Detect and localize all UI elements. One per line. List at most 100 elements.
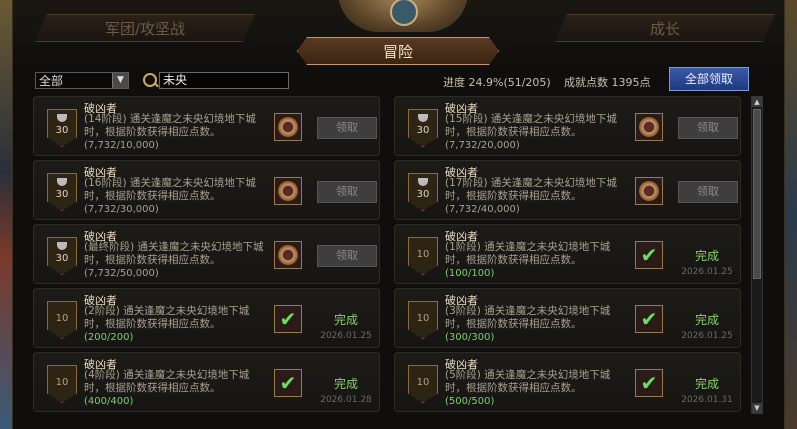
reward-medal-icon [278, 117, 298, 137]
reward-medal-icon [278, 245, 298, 265]
achievement-description: (4阶段) 通关逢魔之未央幻境地下城时，根据阶数获得相应点数。 [84, 369, 250, 394]
achievement-card: 30 破凶者 (16阶段) 通关逢魔之未央幻境地下城时，根据阶数获得相应点数。 (7,… [33, 160, 380, 220]
claim-button[interactable]: 领取 [678, 117, 738, 139]
achievement-points: 成就点数 1395点 [564, 76, 651, 89]
achievement-progress: (200/200) [84, 332, 134, 343]
badge-points: 30 [55, 189, 69, 200]
achievement-progress: (300/300) [445, 332, 495, 343]
badge-points: 10 [55, 377, 69, 388]
tab-legion-siege[interactable]: 军团/攻坚战 [35, 14, 255, 42]
claim-button[interactable]: 领取 [317, 245, 377, 267]
achievement-badge: 30 [47, 237, 77, 275]
search-input[interactable]: 未央 [159, 72, 289, 89]
trophy-icon [418, 178, 428, 186]
scroll-up-icon[interactable]: ▲ [752, 97, 762, 107]
top-bar: 军团/攻坚战 成长 冒险 [13, 0, 784, 70]
badge-points: 10 [416, 249, 430, 260]
achievement-progress: (7,732/30,000) [84, 204, 159, 215]
achievement-card: 10 破凶者 (4阶段) 通关逢魔之未央幻境地下城时，根据阶数获得相应点数。 (400… [33, 352, 380, 412]
achievement-progress: (7,732/10,000) [84, 140, 159, 151]
scroll-down-icon[interactable]: ▼ [752, 403, 762, 413]
claim-button[interactable]: 领取 [678, 181, 738, 203]
achievement-description: (2阶段) 通关逢魔之未央幻境地下城时，根据阶数获得相应点数。 [84, 305, 250, 330]
completion-date: 2026.01.25 [681, 267, 733, 277]
reward-slot[interactable]: ✔ [635, 305, 663, 333]
scroll-thumb[interactable] [753, 109, 761, 279]
achievement-description: (最终阶段) 通关逢魔之未央幻境地下城时，根据阶数获得相应点数。 [84, 241, 264, 266]
achievement-progress: (100/100) [445, 268, 495, 279]
completed-label: 完成 [333, 377, 358, 391]
reward-slot[interactable] [274, 177, 302, 205]
badge-points: 10 [416, 377, 430, 388]
compass-emblem-icon [338, 0, 468, 32]
badge-points: 10 [416, 313, 430, 324]
claim-all-button[interactable]: 全部领取 [669, 67, 749, 91]
achievement-window: 军团/攻坚战 成长 冒险 全部 ▼ 未央 进度 24.9%(51/205) 成就… [12, 0, 785, 429]
achievement-progress: (7,732/20,000) [445, 140, 520, 151]
completed-label: 完成 [694, 377, 719, 391]
achievement-description: (1阶段) 通关逢魔之未央幻境地下城时，根据阶数获得相应点数。 [445, 241, 611, 266]
reward-slot[interactable]: ✔ [635, 241, 663, 269]
achievement-progress: (7,732/40,000) [445, 204, 520, 215]
achievement-card: 10 破凶者 (2阶段) 通关逢魔之未央幻境地下城时，根据阶数获得相应点数。 (200… [33, 288, 380, 348]
category-dropdown-value: 全部 [39, 74, 64, 88]
reward-medal-icon [639, 181, 659, 201]
completed-label: 完成 [333, 313, 358, 327]
achievement-badge: 30 [408, 109, 438, 147]
reward-slot[interactable]: ✔ [274, 305, 302, 333]
tab-adventure[interactable]: 冒险 [297, 37, 499, 65]
badge-points: 30 [55, 253, 69, 264]
achievement-progress: (500/500) [445, 396, 495, 407]
completion-date: 2026.01.25 [681, 331, 733, 341]
badge-points: 30 [416, 189, 430, 200]
scrollbar[interactable]: ▲ ▼ [751, 96, 763, 414]
achievement-card: 10 破凶者 (1阶段) 通关逢魔之未央幻境地下城时，根据阶数获得相应点数。 (100… [394, 224, 741, 284]
reward-slot[interactable] [635, 113, 663, 141]
claim-button[interactable]: 领取 [317, 181, 377, 203]
achievement-card: 10 破凶者 (3阶段) 通关逢魔之未央幻境地下城时，根据阶数获得相应点数。 (300… [394, 288, 741, 348]
chevron-down-icon[interactable]: ▼ [112, 73, 128, 88]
reward-medal-icon [278, 181, 298, 201]
achievement-card: 30 破凶者 (17阶段) 通关逢魔之未央幻境地下城时，根据阶数获得相应点数。 (7,… [394, 160, 741, 220]
progress-text: 进度 24.9%(51/205) [443, 76, 551, 89]
achievement-progress: (7,732/50,000) [84, 268, 159, 279]
achievement-card: 30 破凶者 (最终阶段) 通关逢魔之未央幻境地下城时，根据阶数获得相应点数。 (7,… [33, 224, 380, 284]
badge-points: 30 [416, 125, 430, 136]
achievement-description: (17阶段) 通关逢魔之未央幻境地下城时，根据阶数获得相应点数。 [445, 177, 617, 202]
background-edge-left [0, 0, 12, 429]
reward-slot[interactable] [274, 113, 302, 141]
reward-slot[interactable]: ✔ [274, 369, 302, 397]
achievement-description: (15阶段) 通关逢魔之未央幻境地下城时，根据阶数获得相应点数。 [445, 113, 617, 138]
achievement-badge: 10 [47, 365, 77, 403]
achievement-badge: 10 [408, 237, 438, 275]
achievement-badge: 30 [47, 109, 77, 147]
achievement-description: (3阶段) 通关逢魔之未央幻境地下城时，根据阶数获得相应点数。 [445, 305, 611, 330]
reward-slot[interactable] [274, 241, 302, 269]
badge-points: 30 [55, 125, 69, 136]
achievement-card: 30 破凶者 (14阶段) 通关逢魔之未央幻境地下城时，根据阶数获得相应点数。 (7,… [33, 96, 380, 156]
completion-date: 2026.01.25 [320, 331, 372, 341]
completed-label: 完成 [694, 249, 719, 263]
check-icon: ✔ [640, 243, 658, 267]
completion-date: 2026.01.31 [681, 395, 733, 405]
tab-growth[interactable]: 成长 [555, 14, 775, 42]
trophy-icon [57, 114, 67, 122]
trophy-icon [57, 242, 67, 250]
achievement-badge: 10 [408, 365, 438, 403]
check-icon: ✔ [279, 307, 297, 331]
background-edge-right [783, 0, 797, 429]
check-icon: ✔ [279, 371, 297, 395]
category-dropdown[interactable]: 全部 ▼ [35, 72, 129, 89]
check-icon: ✔ [640, 307, 658, 331]
achievement-list: 30 破凶者 (14阶段) 通关逢魔之未央幻境地下城时，根据阶数获得相应点数。 (7,… [33, 96, 745, 414]
achievement-card: 30 破凶者 (15阶段) 通关逢魔之未央幻境地下城时，根据阶数获得相应点数。 (7,… [394, 96, 741, 156]
reward-slot[interactable] [635, 177, 663, 205]
achievement-description: (14阶段) 通关逢魔之未央幻境地下城时，根据阶数获得相应点数。 [84, 113, 256, 138]
achievement-description: (16阶段) 通关逢魔之未央幻境地下城时，根据阶数获得相应点数。 [84, 177, 256, 202]
achievement-badge: 30 [47, 173, 77, 211]
reward-medal-icon [639, 117, 659, 137]
trophy-icon [57, 178, 67, 186]
achievement-badge: 10 [47, 301, 77, 339]
claim-button[interactable]: 领取 [317, 117, 377, 139]
reward-slot[interactable]: ✔ [635, 369, 663, 397]
